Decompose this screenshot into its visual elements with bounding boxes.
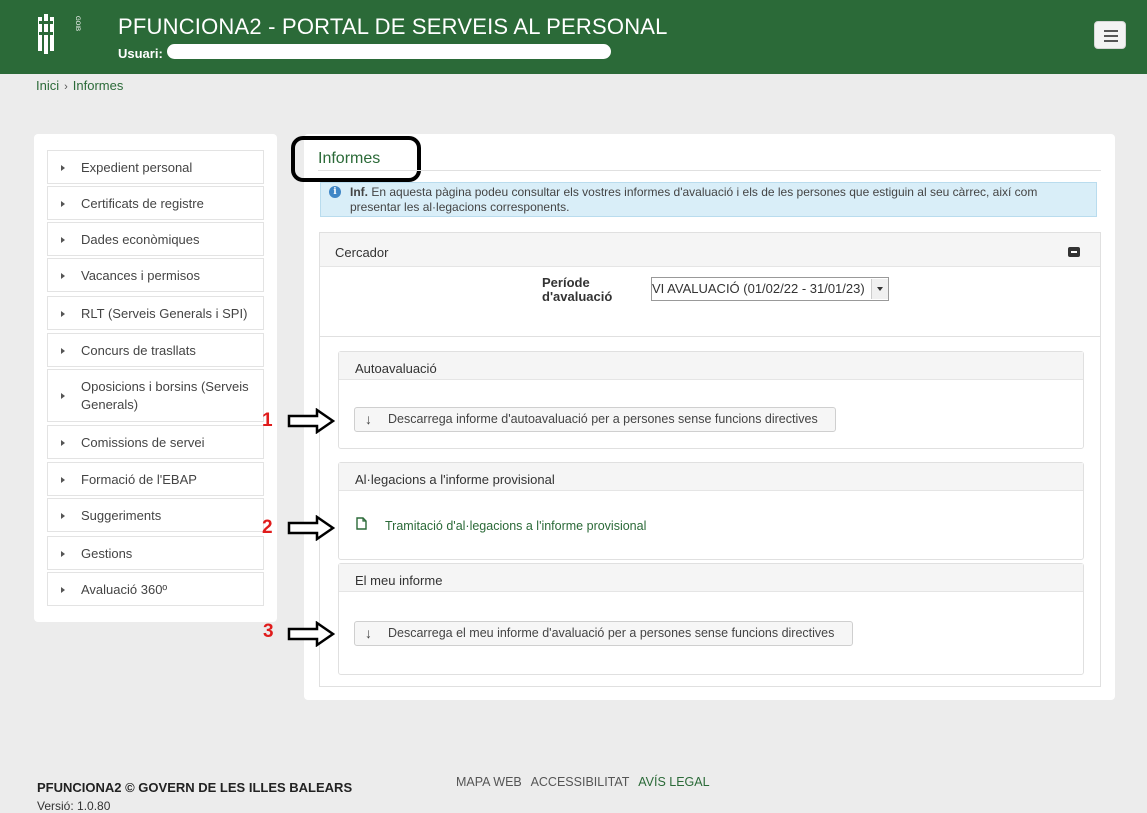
section-self-evaluation: Autoavaluació ↓ Descarrega informe d'aut…: [338, 351, 1084, 449]
annotation-number-3: 3: [263, 621, 274, 642]
caret-right-icon: [61, 273, 65, 279]
annotation-arrow-icon: [287, 621, 335, 647]
sidebar-item-concurs[interactable]: Concurs de trasllats: [47, 333, 264, 367]
breadcrumb: Inici › Informes: [36, 78, 123, 93]
annotation-number-2: 2: [262, 517, 273, 538]
section-header: El meu informe: [339, 564, 1083, 592]
sidebar-item-gestions[interactable]: Gestions: [47, 536, 264, 570]
sidebar-item-comissions[interactable]: Comissions de servei: [47, 425, 264, 459]
caret-right-icon: [61, 587, 65, 593]
info-icon: i: [329, 186, 341, 198]
footer-copyright: PFUNCIONA2 © GOVERN DE LES ILLES BALEARS: [37, 780, 353, 795]
sidebar-item-rlt[interactable]: RLT (Serveis Generals i SPI): [47, 296, 264, 330]
annotation-arrow-icon: [287, 408, 335, 434]
caret-right-icon: [61, 201, 65, 207]
arrow-down-icon: ↓: [365, 625, 372, 641]
breadcrumb-home-link[interactable]: Inici: [36, 78, 59, 93]
section-allegations: Al·legacions a l'informe provisional Tra…: [338, 462, 1084, 560]
info-strong: Inf.: [350, 185, 368, 199]
caret-right-icon: [61, 348, 65, 354]
caret-right-icon: [61, 237, 65, 243]
section-header: Al·legacions a l'informe provisional: [339, 463, 1083, 491]
collapse-icon[interactable]: [1068, 247, 1080, 257]
section-my-report: El meu informe ↓ Descarrega el meu infor…: [338, 563, 1084, 675]
footer-link-legal[interactable]: AVÍS LEGAL: [638, 775, 709, 789]
section-header: Autoavaluació: [339, 352, 1083, 380]
sidebar-item-expedient[interactable]: Expedient personal: [47, 150, 264, 184]
info-text: En aquesta pàgina podeu consultar els vo…: [350, 185, 1038, 214]
annotation-number-1: 1: [262, 410, 273, 431]
sidebar-item-formacio[interactable]: Formació de l'EBAP: [47, 462, 264, 496]
footer-version: Versió: 1.0.80: [37, 799, 111, 813]
main-content: Informes i Inf. En aquesta pàgina podeu …: [291, 134, 1115, 700]
document-icon: [356, 517, 367, 530]
user-name-redacted: [167, 44, 611, 59]
arrow-down-icon: ↓: [365, 411, 372, 427]
search-panel: Cercador Període d'avaluació VI AVALUACI…: [319, 232, 1101, 337]
caret-right-icon: [61, 513, 65, 519]
sidebar: Expedient personal Certificats de regist…: [34, 134, 277, 622]
caret-right-icon: [61, 440, 65, 446]
results-panel: Autoavaluació ↓ Descarrega informe d'aut…: [319, 337, 1101, 687]
footer-link-sitemap[interactable]: MAPA WEB: [456, 775, 522, 789]
footer-link-accessibility[interactable]: ACCESSIBILITAT: [531, 775, 630, 789]
caret-right-icon: [61, 477, 65, 483]
annotation-arrow-icon: [287, 515, 335, 541]
sidebar-item-suggeriments[interactable]: Suggeriments: [47, 498, 264, 532]
menu-button[interactable]: [1094, 21, 1126, 49]
user-label: Usuari:: [118, 46, 163, 61]
caret-right-icon: [61, 165, 65, 171]
app-title: PFUNCIONA2 - PORTAL DE SERVEIS AL PERSON…: [118, 14, 668, 39]
chevron-down-icon: [871, 279, 888, 299]
header-bar: GOIB PFUNCIONA2 - PORTAL DE SERVEIS AL P…: [0, 0, 1147, 74]
caret-right-icon: [61, 311, 65, 317]
period-select-value: VI AVALUACIÓ (01/02/22 - 31/01/23): [652, 281, 865, 296]
search-panel-header: Cercador: [320, 233, 1100, 267]
sidebar-item-oposicions[interactable]: Oposicions i borsins (Serveis Generals): [47, 369, 264, 422]
caret-right-icon: [61, 551, 65, 557]
page-title: Informes: [318, 150, 381, 167]
svg-text:GOIB: GOIB: [74, 16, 80, 31]
info-message: i Inf. En aquesta pàgina podeu consultar…: [320, 182, 1097, 217]
hamburger-icon: [1104, 30, 1118, 32]
period-label: Període d'avaluació: [542, 275, 613, 304]
sidebar-item-avaluacio-360[interactable]: Avaluació 360º: [47, 572, 264, 606]
govern-logo-icon: GOIB: [38, 14, 80, 54]
footer-links: MAPA WEB ACCESSIBILITAT AVÍS LEGAL: [456, 775, 716, 789]
breadcrumb-current[interactable]: Informes: [73, 78, 124, 93]
sidebar-item-dades-economiques[interactable]: Dades econòmiques: [47, 222, 264, 256]
caret-right-icon: [61, 393, 65, 399]
breadcrumb-separator-icon: ›: [64, 81, 68, 93]
download-self-evaluation-button[interactable]: ↓ Descarrega informe d'autoavaluació per…: [354, 407, 836, 432]
sidebar-item-vacances[interactable]: Vacances i permisos: [47, 258, 264, 292]
sidebar-item-certificats[interactable]: Certificats de registre: [47, 186, 264, 220]
period-select[interactable]: VI AVALUACIÓ (01/02/22 - 31/01/23): [651, 277, 889, 301]
download-my-report-button[interactable]: ↓ Descarrega el meu informe d'avaluació …: [354, 621, 853, 646]
search-panel-title: Cercador: [335, 245, 389, 260]
title-divider: [318, 170, 1101, 171]
